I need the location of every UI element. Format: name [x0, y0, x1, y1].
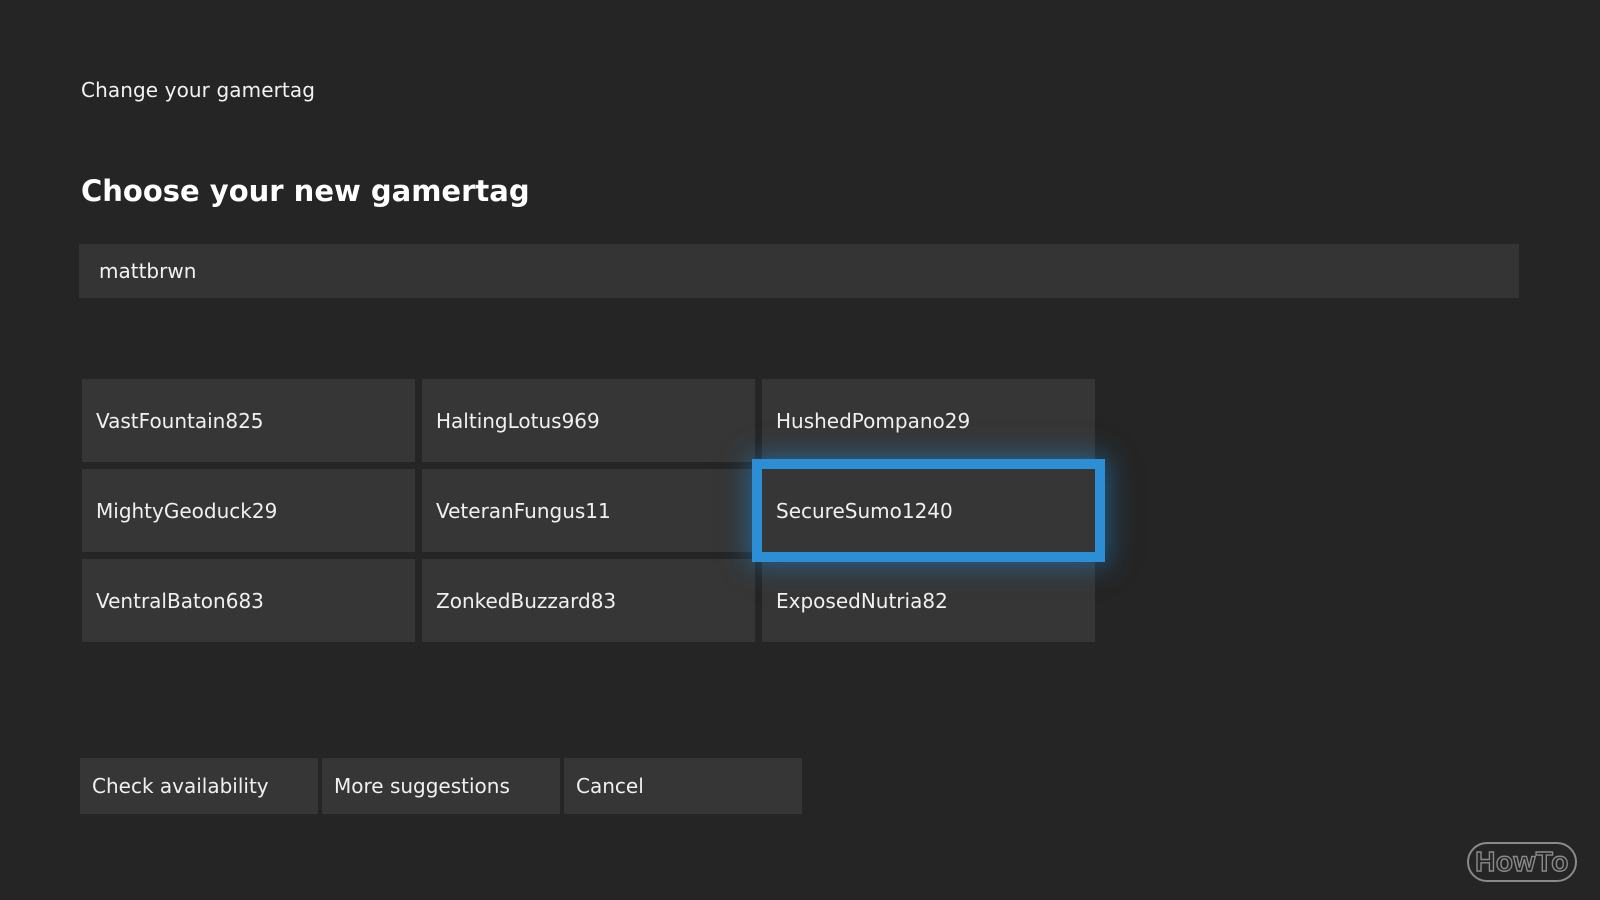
gamertag-input[interactable]: mattbrwn [79, 244, 1519, 298]
check-availability-button[interactable]: Check availability [80, 758, 318, 814]
page-title: Choose your new gamertag [81, 174, 530, 208]
breadcrumb: Change your gamertag [81, 78, 316, 102]
suggestion-tile[interactable]: MightyGeoduck29 [82, 469, 415, 552]
suggestion-tile[interactable]: VentralBaton683 [82, 559, 415, 642]
suggestion-tile[interactable]: VastFountain825 [82, 379, 415, 462]
cancel-button[interactable]: Cancel [564, 758, 802, 814]
suggestion-tile[interactable]: HushedPompano29 [762, 379, 1095, 462]
howto-watermark-logo: HowTo [1467, 842, 1577, 882]
suggestion-tile-selected[interactable]: SecureSumo1240 [762, 469, 1095, 552]
suggestion-grid: VastFountain825 HaltingLotus969 HushedPo… [82, 379, 1095, 642]
suggestion-tile[interactable]: VeteranFungus11 [422, 469, 755, 552]
suggestion-tile[interactable]: HaltingLotus969 [422, 379, 755, 462]
suggestion-tile[interactable]: ExposedNutria82 [762, 559, 1095, 642]
action-bar: Check availability More suggestions Canc… [80, 758, 802, 814]
gamertag-input-value: mattbrwn [99, 259, 197, 283]
suggestion-tile[interactable]: ZonkedBuzzard83 [422, 559, 755, 642]
more-suggestions-button[interactable]: More suggestions [322, 758, 560, 814]
